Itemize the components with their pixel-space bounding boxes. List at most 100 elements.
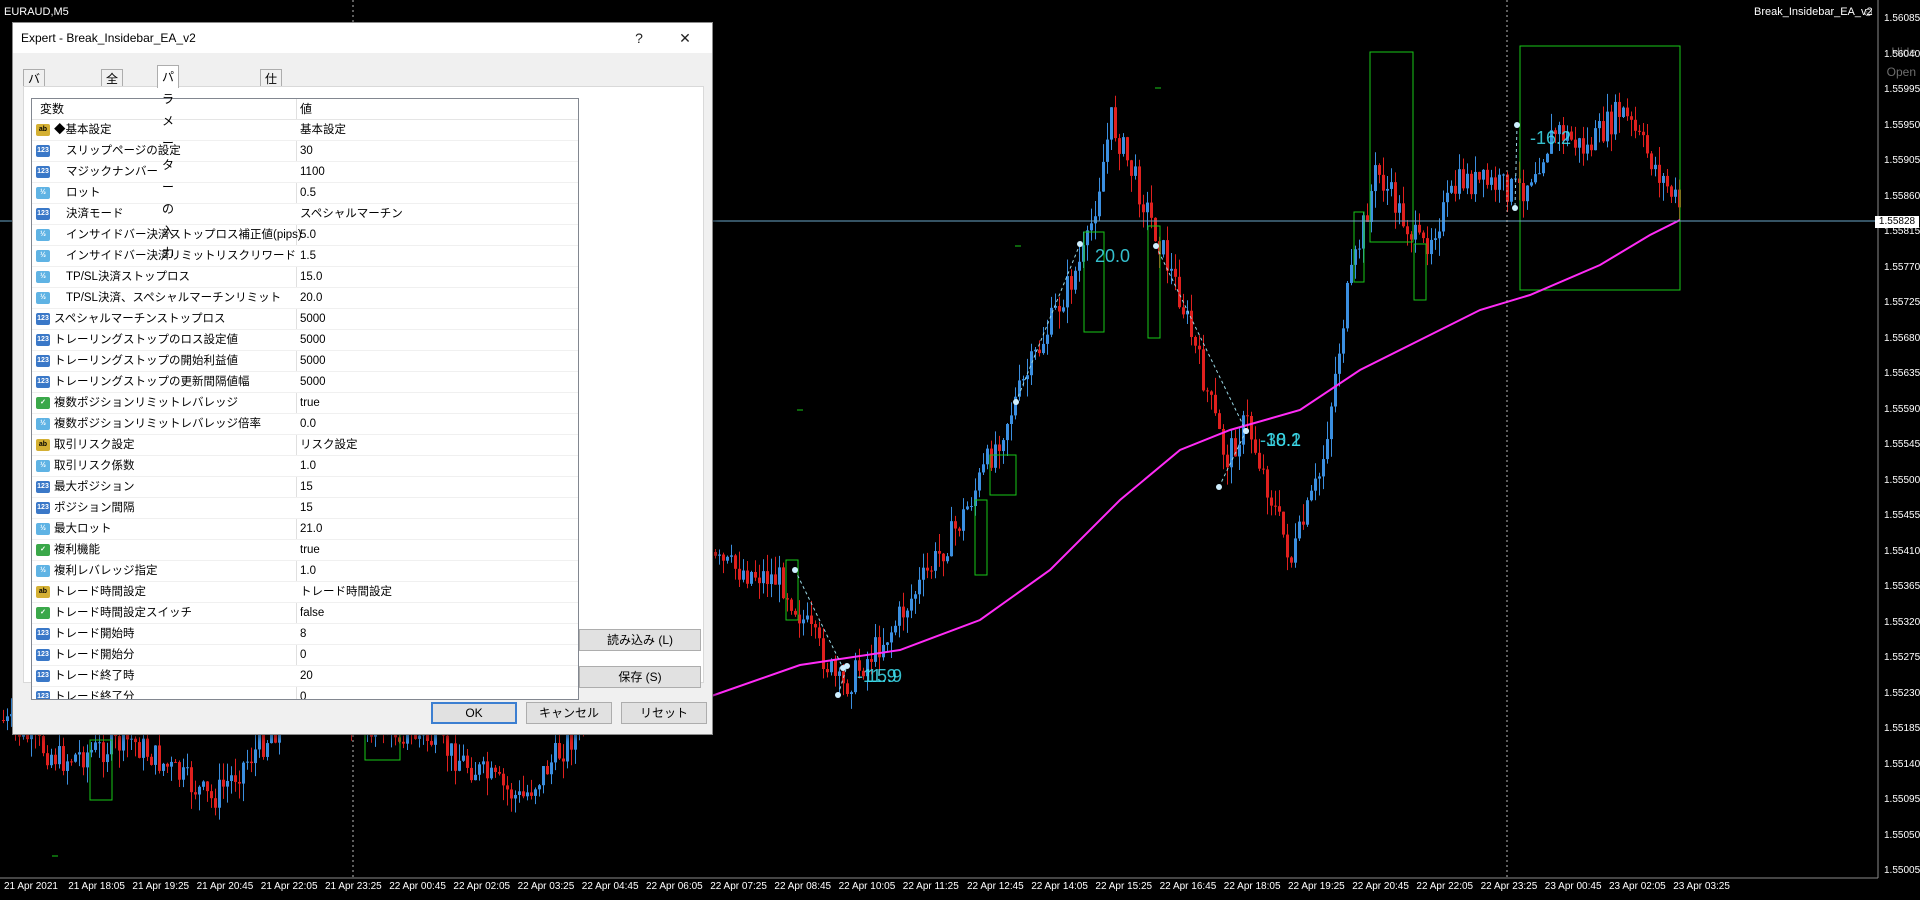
parameter-value[interactable]: 30	[300, 141, 313, 161]
parameter-row[interactable]: 123 ポジション間隔 15	[32, 498, 578, 519]
parameter-value[interactable]: 0	[300, 645, 306, 665]
candle-body	[94, 742, 97, 750]
time-tick-label: 22 Apr 18:05	[1223, 881, 1281, 892]
parameter-value[interactable]: 15.0	[300, 267, 322, 287]
parameter-row[interactable]: ½ TP/SL決済ストップロス 15.0	[32, 267, 578, 288]
candle-body	[1578, 138, 1581, 148]
parameter-row[interactable]: 123 マジックナンバー 1100	[32, 162, 578, 183]
parameter-value[interactable]: 20	[300, 666, 313, 686]
save-button[interactable]: 保存 (S)	[579, 666, 701, 688]
parameter-value[interactable]: 15	[300, 498, 313, 518]
parameter-value[interactable]: 5.0	[300, 225, 316, 245]
parameter-row[interactable]: ½ ロット 0.5	[32, 183, 578, 204]
parameter-value[interactable]: 1.5	[300, 246, 316, 266]
candle-body	[1338, 353, 1341, 374]
parameter-value[interactable]: 0.0	[300, 414, 316, 434]
parameter-row[interactable]: ½ TP/SL決済、スペシャルマーチンリミット 20.0	[32, 288, 578, 309]
parameter-value[interactable]: true	[300, 540, 320, 560]
candle-body	[130, 738, 133, 740]
parameter-value[interactable]: 5000	[300, 372, 326, 392]
candle-body	[174, 761, 177, 763]
candle-body	[526, 792, 529, 797]
price-tick-label: 1.55365	[1884, 581, 1920, 592]
candle-body	[570, 734, 573, 750]
parameter-row[interactable]: ✓ 複利機能 true	[32, 540, 578, 561]
parameter-value[interactable]: 0	[300, 687, 306, 699]
parameter-row[interactable]: ab ◆基本設定 基本設定	[32, 120, 578, 141]
parameter-row[interactable]: 123 トレード開始時 8	[32, 624, 578, 645]
parameter-value[interactable]: 1.0	[300, 561, 316, 581]
parameter-row[interactable]: 123 トレーリングストップの開始利益値 5000	[32, 351, 578, 372]
parameter-row[interactable]: ½ 取引リスク係数 1.0	[32, 456, 578, 477]
parameter-row[interactable]: ab トレード時間設定 トレード時間設定	[32, 582, 578, 603]
parameter-value[interactable]: false	[300, 603, 324, 623]
candle-body	[826, 669, 829, 673]
ok-button[interactable]: OK	[431, 702, 517, 724]
candle-body	[486, 761, 489, 779]
parameter-value[interactable]: リスク設定	[300, 435, 358, 455]
parameter-value[interactable]: トレード時間設定	[300, 582, 392, 602]
candle-body	[1118, 138, 1121, 154]
parameter-value[interactable]: 1.0	[300, 456, 316, 476]
parameter-row[interactable]: 123 決済モード スペシャルマーチン	[32, 204, 578, 225]
parameter-value[interactable]: 1100	[300, 162, 325, 182]
dbl-type-icon: ½	[36, 292, 50, 304]
candle-body	[498, 771, 501, 774]
parameter-row[interactable]: 123 スリップページの設定 30	[32, 141, 578, 162]
parameter-row[interactable]: ✓ 複数ポジションリミットレバレッジ true	[32, 393, 578, 414]
candle-body	[2, 720, 5, 722]
cancel-button[interactable]: キャンセル	[526, 702, 612, 724]
parameter-value[interactable]: 基本設定	[300, 120, 346, 140]
parameter-value[interactable]: スペシャルマーチン	[300, 204, 403, 224]
trade-result-label: 18.1	[1266, 430, 1302, 450]
parameter-row[interactable]: ½ インサイドバー決済リミットリスクリワード 1.5	[32, 246, 578, 267]
trade-point	[1077, 241, 1083, 247]
close-icon[interactable]: ✕	[665, 23, 705, 53]
parameter-value[interactable]: 8	[300, 624, 306, 644]
parameter-value[interactable]: 20.0	[300, 288, 322, 308]
tab-input-parameters[interactable]: パラメーターの入力	[157, 65, 180, 260]
candle-body	[902, 606, 905, 618]
trade-point	[1514, 122, 1520, 128]
candle-body	[1382, 174, 1385, 191]
candle-body	[758, 577, 761, 584]
parameter-row[interactable]: 123 トレーリングストップの更新間隔値幅 5000	[32, 372, 578, 393]
candle-body	[738, 568, 741, 580]
parameter-value[interactable]: 0.5	[300, 183, 316, 203]
parameter-value[interactable]: 5000	[300, 309, 326, 329]
help-button[interactable]: ?	[619, 23, 659, 53]
time-tick-label: 22 Apr 14:05	[1031, 881, 1088, 892]
reset-button[interactable]: リセット	[621, 702, 707, 724]
parameter-row[interactable]: ✓ トレード時間設定スイッチ false	[32, 603, 578, 624]
candle-body	[1258, 452, 1261, 469]
parameter-value[interactable]: 5000	[300, 330, 326, 350]
parameter-row[interactable]: ab 取引リスク設定 リスク設定	[32, 435, 578, 456]
column-value[interactable]: 値	[300, 99, 312, 119]
column-variable[interactable]: 変数	[40, 99, 64, 119]
parameter-value[interactable]: 5000	[300, 351, 326, 371]
parameter-value[interactable]: true	[300, 393, 320, 413]
parameter-row[interactable]: 123 トレーリングストップのロス設定値 5000	[32, 330, 578, 351]
parameter-row[interactable]: 123 トレード開始分 0	[32, 645, 578, 666]
parameter-value[interactable]: 21.0	[300, 519, 322, 539]
trade-point	[844, 663, 850, 669]
open-label[interactable]: Open	[1887, 65, 1916, 79]
parameter-row[interactable]: 123 最大ポジション 15	[32, 477, 578, 498]
int-type-icon: 123	[36, 649, 50, 661]
candle-body	[966, 506, 969, 510]
parameter-value[interactable]: 15	[300, 477, 313, 497]
parameter-row[interactable]: ½ 最大ロット 21.0	[32, 519, 578, 540]
parameter-row[interactable]: ½ 複数ポジションリミットレバレッジ倍率 0.0	[32, 414, 578, 435]
candle-body	[202, 781, 205, 787]
candle-body	[1002, 440, 1005, 452]
trade-point	[1512, 205, 1518, 211]
load-button[interactable]: 読み込み (L)	[579, 629, 701, 651]
parameter-row[interactable]: 123 トレード終了時 20	[32, 666, 578, 687]
parameter-row[interactable]: 123 スペシャルマーチンストップロス 5000	[32, 309, 578, 330]
parameter-row[interactable]: 123 トレード終了分 0	[32, 687, 578, 699]
candle-body	[954, 521, 957, 529]
parameter-row[interactable]: ½ インサイドバー決済ストップロス補正値(pips) 5.0	[32, 225, 578, 246]
parameter-row[interactable]: ½ 複利レバレッジ指定 1.0	[32, 561, 578, 582]
candle-body	[1094, 216, 1097, 224]
candle-body	[98, 742, 101, 744]
